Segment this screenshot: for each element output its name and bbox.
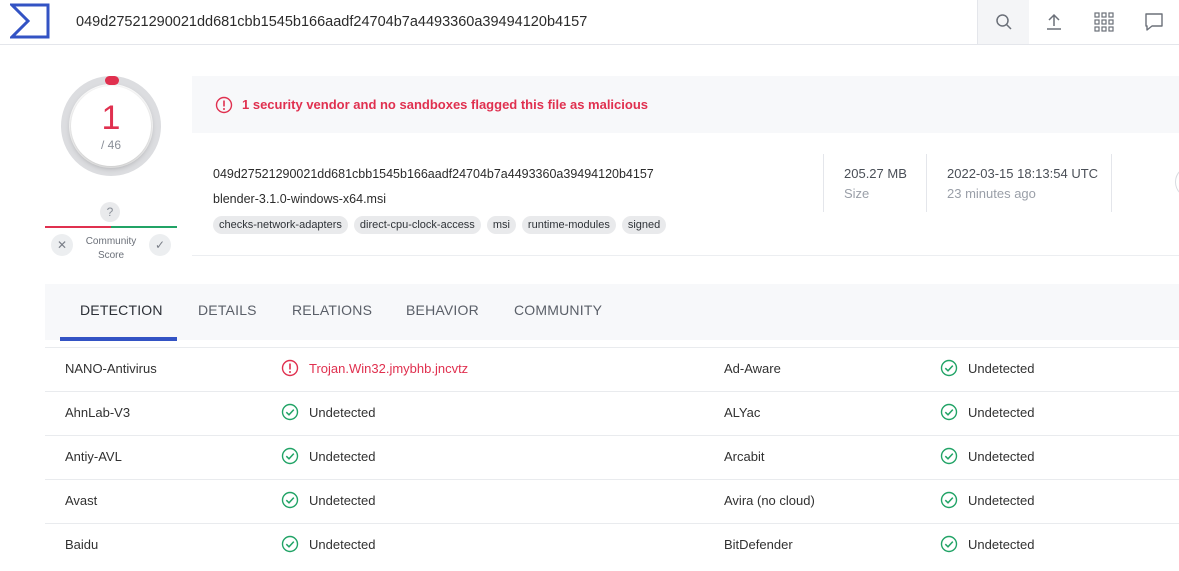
divider (1111, 154, 1112, 212)
vendor-name: Baidu (65, 537, 99, 552)
table-row: Baidu Undetected BitDefender Undetected (45, 523, 1179, 567)
close-icon: ✕ (56, 238, 68, 252)
table-row: AhnLab-V3 Undetected ALYac Undetected (45, 391, 1179, 435)
vote-harmless-button[interactable]: ✓ (149, 234, 171, 256)
detection-result: Undetected (968, 361, 1035, 376)
analysis-relative-time: 23 minutes ago (947, 186, 1036, 201)
tab-relations[interactable]: RELATIONS (292, 302, 372, 318)
vendor-name: Avast (65, 493, 98, 508)
divider (926, 154, 927, 212)
alert-icon (215, 96, 233, 114)
chat-button[interactable] (1129, 0, 1179, 44)
detection-result: Undetected (968, 493, 1035, 508)
detection-result: Undetected (309, 405, 376, 420)
detection-result: Undetected (968, 405, 1035, 420)
upload-button[interactable] (1029, 0, 1079, 44)
tab-detection[interactable]: DETECTION (80, 302, 163, 318)
upload-icon (1047, 13, 1061, 30)
vendor-name: AhnLab-V3 (65, 405, 131, 420)
tab-community[interactable]: COMMUNITY (514, 302, 602, 318)
community-score-value: ? (100, 202, 120, 222)
detection-result: Undetected (309, 493, 376, 508)
alert-icon (281, 359, 299, 377)
vendor-name: Ad-Aware (724, 361, 781, 376)
search-button[interactable] (977, 0, 1029, 44)
community-score-label: Community Score (85, 236, 137, 261)
virustotal-logo[interactable] (10, 3, 50, 39)
check-circle-icon (940, 359, 958, 377)
vendor-total: / 46 (100, 138, 121, 152)
apps-button[interactable] (1079, 0, 1129, 44)
vendor-name: Antiy-AVL (65, 449, 122, 464)
tag[interactable]: msi (486, 216, 516, 234)
tag[interactable]: signed (621, 216, 667, 234)
detection-result[interactable]: Trojan.Win32.jmybhb.jncvtz (309, 361, 468, 376)
detection-result: Undetected (309, 537, 376, 552)
score-marker (105, 76, 119, 85)
file-size-label: Size (844, 186, 870, 201)
check-circle-icon (940, 447, 958, 465)
vendor-name: NANO-Antivirus (65, 361, 157, 376)
detection-table: NANO-Antivirus Trojan.Win32.jmybhb.jncvtz… (45, 347, 1179, 567)
check-circle-icon (940, 403, 958, 421)
tab-behavior[interactable]: BEHAVIOR (406, 302, 479, 318)
tag[interactable]: checks-network-adapters (213, 216, 348, 234)
search-input[interactable] (61, 0, 977, 44)
chat-icon (1145, 13, 1163, 31)
check-circle-icon (940, 535, 958, 553)
divider (823, 154, 824, 212)
vendor-name: BitDefender (724, 537, 793, 552)
community-score-bar-negative (45, 226, 111, 228)
tab-details[interactable]: DETAILS (198, 302, 257, 318)
tag[interactable]: direct-cpu-clock-access (353, 216, 481, 234)
table-row: NANO-Antivirus Trojan.Win32.jmybhb.jncvtz… (45, 347, 1179, 391)
table-row: Antiy-AVL Undetected Arcabit Undetected (45, 435, 1179, 479)
check-circle-icon (281, 491, 299, 509)
community-score-bar-positive (111, 226, 177, 228)
vendor-name: ALYac (724, 405, 761, 420)
analysis-date: 2022-03-15 18:13:54 UTC (947, 166, 1099, 181)
detection-result: Undetected (968, 449, 1035, 464)
vendor-name: Arcabit (724, 449, 765, 464)
active-tab-indicator (60, 337, 177, 341)
detection-count: 1 (101, 99, 121, 137)
file-tags: checks-network-adapters direct-cpu-clock… (213, 216, 667, 234)
search-icon (995, 14, 1012, 30)
file-size: 205.27 MB (844, 166, 907, 181)
table-row: Avast Undetected Avira (no cloud) Undetecte… (45, 479, 1179, 523)
vendor-name: Avira (no cloud) (724, 493, 815, 508)
check-circle-icon (940, 491, 958, 509)
alert-message: 1 security vendor and no sandboxes flagg… (242, 97, 649, 112)
check-circle-icon (281, 447, 299, 465)
apps-grid-icon (1094, 12, 1114, 32)
detection-result: Undetected (309, 449, 376, 464)
detection-result: Undetected (968, 537, 1035, 552)
check-circle-icon (281, 403, 299, 421)
file-hash: 049d27521290021dd681cbb1545b166aadf24704… (213, 167, 654, 181)
check-circle-icon (281, 535, 299, 553)
check-icon: ✓ (154, 238, 166, 252)
vote-harmful-button[interactable]: ✕ (51, 234, 73, 256)
file-name: blender-3.1.0-windows-x64.msi (213, 192, 386, 206)
tag[interactable]: runtime-modules (521, 216, 616, 234)
